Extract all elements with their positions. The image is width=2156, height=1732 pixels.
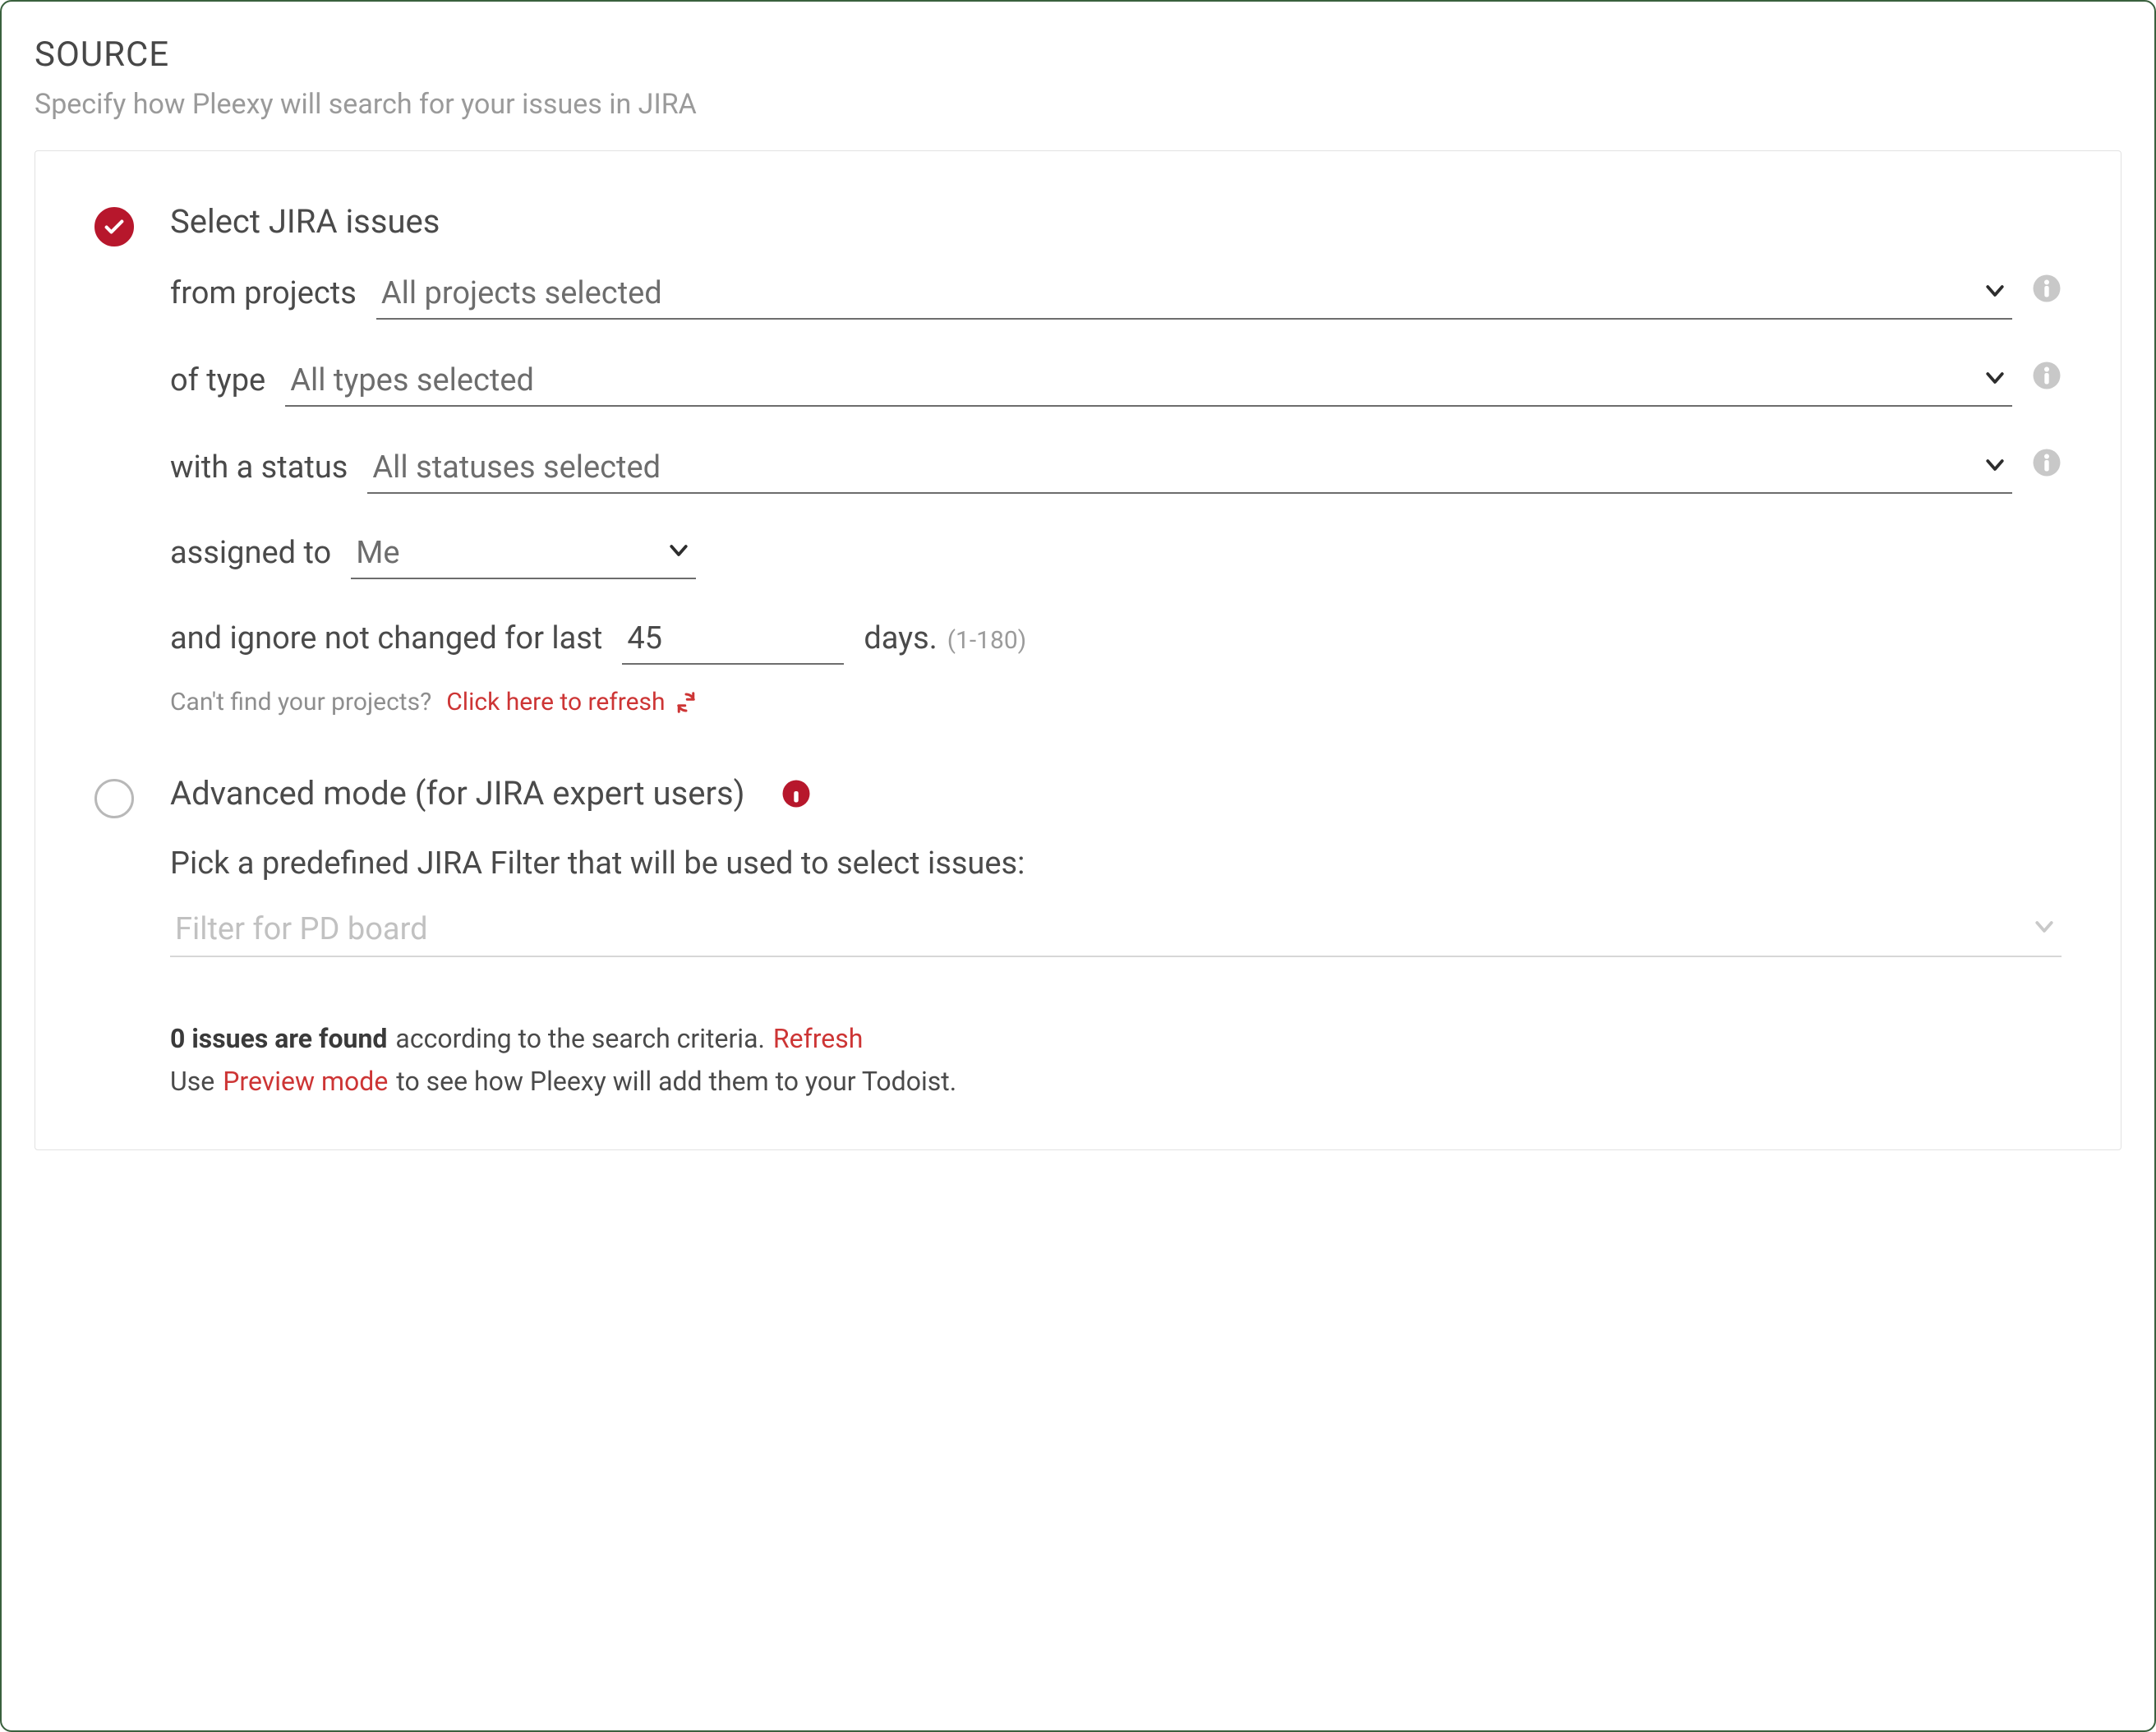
projects-select[interactable]: All projects selected	[376, 275, 2012, 320]
status-info-icon[interactable]	[2032, 448, 2062, 477]
chevron-down-icon	[666, 538, 691, 563]
advanced-info-icon[interactable]	[781, 779, 811, 808]
assigned-value: Me	[356, 535, 656, 571]
projects-value: All projects selected	[381, 275, 1973, 311]
use-suffix: to see how Pleexy will add them to your …	[396, 1066, 956, 1097]
radio-advanced[interactable]	[94, 779, 134, 818]
advanced-desc: Pick a predefined JIRA Filter that will …	[170, 845, 2062, 882]
chevron-down-icon	[1983, 279, 2007, 303]
issues-found-count: 0 issues are found	[170, 1023, 387, 1054]
status-select[interactable]: All statuses selected	[367, 449, 2012, 494]
chevron-down-icon	[1983, 453, 2007, 477]
assigned-label: assigned to	[170, 535, 331, 571]
assigned-select[interactable]: Me	[351, 535, 696, 579]
ignore-hint: (1-180)	[947, 626, 1026, 655]
option-advanced: Advanced mode (for JIRA expert users) Pi…	[94, 774, 2062, 957]
chevron-down-icon	[1983, 366, 2007, 390]
check-icon	[103, 215, 126, 238]
issues-found-suffix: according to the search criteria.	[395, 1023, 764, 1054]
refresh-link-label: Click here to refresh	[446, 688, 665, 716]
ignore-days-input[interactable]	[622, 620, 844, 665]
ignore-prefix: and ignore not changed for last	[170, 620, 602, 656]
refresh-icon	[674, 690, 698, 715]
radio-simple[interactable]	[94, 207, 134, 246]
advanced-filter-value: Filter for PD board	[175, 911, 2022, 947]
section-subtitle: Specify how Pleexy will search for your …	[35, 88, 2121, 121]
refresh-prompt: Can't find your projects?	[170, 688, 431, 716]
advanced-title: Advanced mode (for JIRA expert users)	[170, 774, 745, 813]
option-simple: Select JIRA issues from projects All pro…	[94, 202, 2062, 716]
advanced-filter-select: Filter for PD board	[170, 911, 2062, 957]
section-title: SOURCE	[35, 35, 2121, 75]
type-select[interactable]: All types selected	[285, 362, 2012, 407]
preview-mode-link[interactable]: Preview mode	[223, 1066, 388, 1097]
type-value: All types selected	[290, 362, 1973, 398]
projects-info-icon[interactable]	[2032, 274, 2062, 303]
projects-label: from projects	[170, 275, 357, 311]
simple-title: Select JIRA issues	[170, 202, 2062, 241]
refresh-results-link[interactable]: Refresh	[773, 1023, 863, 1054]
type-label: of type	[170, 362, 265, 398]
source-panel: Select JIRA issues from projects All pro…	[35, 150, 2121, 1150]
status-value: All statuses selected	[372, 449, 1973, 486]
chevron-down-icon	[2032, 914, 2057, 939]
ignore-suffix: days.	[864, 620, 937, 656]
use-prefix: Use	[170, 1066, 214, 1097]
status-label: with a status	[170, 449, 348, 486]
type-info-icon[interactable]	[2032, 361, 2062, 390]
refresh-projects-link[interactable]: Click here to refresh	[446, 688, 698, 716]
